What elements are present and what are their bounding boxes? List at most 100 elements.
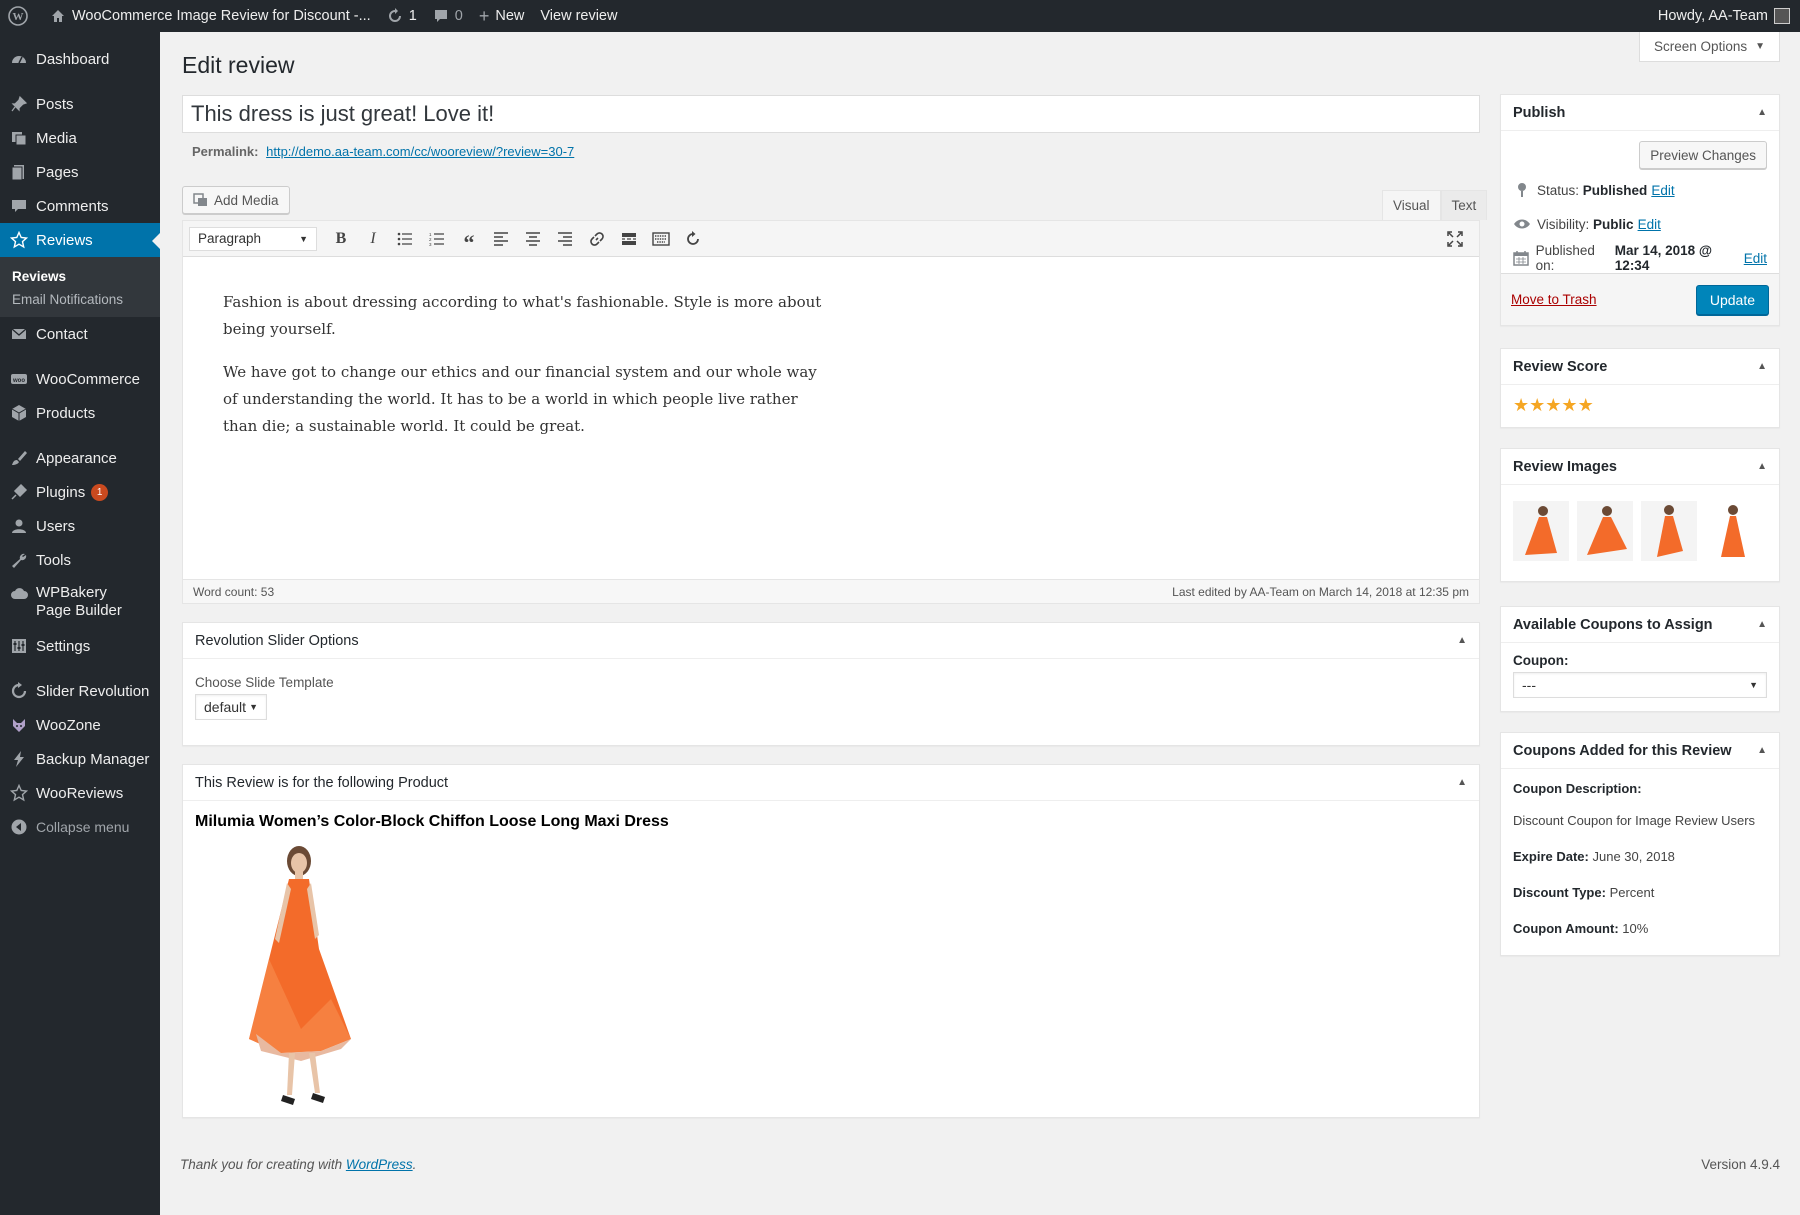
sidebar-item-posts[interactable]: Posts	[0, 87, 160, 121]
collapse-arrow-icon[interactable]: ▲	[1757, 745, 1767, 756]
admin-sidebar: Dashboard Posts Media Pages Comments Rev…	[0, 32, 160, 1215]
coupon-amount-value: 10%	[1622, 921, 1649, 936]
collapse-arrow-icon[interactable]: ▲	[1757, 107, 1767, 118]
box-header[interactable]: This Review is for the following Product…	[183, 765, 1479, 801]
sidebar-item-wooreviews[interactable]: WooReviews	[0, 776, 160, 810]
read-more-icon[interactable]	[613, 225, 645, 253]
editor-body[interactable]: Fashion is about dressing according to w…	[183, 257, 1479, 488]
move-to-trash-link[interactable]: Move to Trash	[1511, 292, 1597, 307]
page-icon	[9, 162, 29, 182]
screen-options-button[interactable]: Screen Options ▼	[1639, 32, 1780, 62]
howdy-text: Howdy, AA-Team	[1657, 8, 1768, 24]
submenu-item-reviews[interactable]: Reviews	[0, 265, 160, 288]
add-media-button[interactable]: Add Media	[182, 186, 290, 214]
update-button[interactable]: Update	[1695, 284, 1769, 315]
collapse-arrow-icon[interactable]: ▲	[1457, 777, 1467, 788]
publish-box: Publish ▲ Preview Changes Status: Publis…	[1500, 94, 1780, 326]
submenu-item-email-notifications[interactable]: Email Notifications	[0, 288, 160, 311]
sidebar-item-media[interactable]: Media	[0, 121, 160, 155]
new-link[interactable]: + New	[471, 0, 533, 32]
sidebar-item-products[interactable]: Products	[0, 396, 160, 430]
sidebar-item-reviews[interactable]: Reviews	[0, 223, 160, 257]
sidebar-item-pages[interactable]: Pages	[0, 155, 160, 189]
preview-changes-button[interactable]: Preview Changes	[1639, 141, 1767, 169]
align-center-icon[interactable]	[517, 225, 549, 253]
box-header[interactable]: Available Coupons to Assign ▲	[1501, 607, 1779, 643]
format-select[interactable]: Paragraph ▼	[189, 226, 317, 251]
review-images-box: Review Images ▲	[1500, 448, 1780, 582]
svg-text:W: W	[13, 11, 24, 23]
sidebar-item-wpbakery[interactable]: WPBakery Page Builder	[0, 577, 160, 629]
sidebar-item-woozone[interactable]: WooZone	[0, 708, 160, 742]
wordpress-link[interactable]: WordPress	[346, 1157, 413, 1172]
review-image-thumbnail[interactable]	[1641, 501, 1697, 561]
collapse-arrow-icon[interactable]: ▲	[1757, 361, 1767, 372]
align-left-icon[interactable]	[485, 225, 517, 253]
updates-link[interactable]: 1	[379, 0, 425, 32]
caret-down-icon: ▼	[249, 702, 258, 712]
refresh-icon[interactable]	[677, 225, 709, 253]
sidebar-label: Posts	[36, 95, 74, 113]
collapse-arrow-icon[interactable]: ▲	[1757, 461, 1767, 472]
permalink: Permalink: http://demo.aa-team.com/cc/wo…	[192, 144, 574, 159]
bullet-list-icon[interactable]	[389, 225, 421, 253]
howdy-link[interactable]: Howdy, AA-Team	[1650, 0, 1800, 32]
box-header[interactable]: Coupons Added for this Review ▲	[1501, 733, 1779, 769]
comments-link[interactable]: 0	[425, 0, 471, 32]
sidebar-item-backup-manager[interactable]: Backup Manager	[0, 742, 160, 776]
bold-icon[interactable]: B	[325, 225, 357, 253]
box-header[interactable]: Revolution Slider Options ▲	[183, 623, 1479, 659]
sidebar-item-contact[interactable]: Contact	[0, 317, 160, 351]
box-icon	[9, 403, 29, 423]
sidebar-item-settings[interactable]: Settings	[0, 629, 160, 663]
collapse-arrow-icon[interactable]: ▲	[1757, 619, 1767, 630]
star-icon: ★	[1529, 395, 1546, 415]
editor-status-bar: Word count: 53 Last edited by AA-Team on…	[183, 579, 1479, 603]
wrench-icon	[9, 550, 29, 570]
sidebar-item-appearance[interactable]: Appearance	[0, 441, 160, 475]
sidebar-item-slider-revolution[interactable]: Slider Revolution	[0, 674, 160, 708]
product-image[interactable]	[211, 839, 381, 1109]
edit-date-link[interactable]: Edit	[1744, 251, 1767, 266]
box-header[interactable]: Review Score ▲	[1501, 349, 1779, 385]
sidebar-item-plugins[interactable]: Plugins 1	[0, 475, 160, 509]
status-value: Published	[1582, 182, 1648, 198]
review-image-thumbnail[interactable]	[1513, 501, 1569, 561]
review-image-thumbnail[interactable]	[1577, 501, 1633, 561]
link-icon[interactable]	[581, 225, 613, 253]
collapse-arrow-icon[interactable]: ▲	[1457, 635, 1467, 646]
sidebar-item-comments[interactable]: Comments	[0, 189, 160, 223]
permalink-url[interactable]: http://demo.aa-team.com/cc/wooreview/?re…	[266, 144, 574, 159]
box-header[interactable]: Publish ▲	[1501, 95, 1779, 131]
numbered-list-icon[interactable]: 123	[421, 225, 453, 253]
available-coupons-box: Available Coupons to Assign ▲ Coupon: --…	[1500, 606, 1780, 712]
keyboard-icon[interactable]	[645, 225, 677, 253]
sidebar-label: WooCommerce	[36, 370, 140, 388]
caret-down-icon: ▼	[299, 233, 308, 244]
discount-type-value: Percent	[1609, 885, 1655, 900]
italic-icon[interactable]: I	[357, 225, 389, 253]
slide-template-select[interactable]: default ▼	[195, 694, 267, 720]
site-title-link[interactable]: WooCommerce Image Review for Discount -.…	[42, 0, 379, 32]
sidebar-item-users[interactable]: Users	[0, 509, 160, 543]
tab-visual[interactable]: Visual	[1382, 190, 1441, 220]
blockquote-icon[interactable]: “	[453, 225, 485, 255]
edit-visibility-link[interactable]: Edit	[1638, 217, 1661, 232]
box-header[interactable]: Review Images ▲	[1501, 449, 1779, 485]
align-right-icon[interactable]	[549, 225, 581, 253]
collapse-icon	[9, 817, 29, 837]
view-review-link[interactable]: View review	[532, 0, 625, 32]
fullscreen-icon[interactable]	[1439, 225, 1471, 253]
wp-logo-icon[interactable]: W	[0, 0, 42, 32]
sidebar-item-tools[interactable]: Tools	[0, 543, 160, 577]
coupon-select[interactable]: --- ▼	[1513, 672, 1767, 698]
edit-status-link[interactable]: Edit	[1651, 183, 1674, 198]
collapse-menu-button[interactable]: Collapse menu	[0, 810, 160, 844]
post-title-input[interactable]: This dress is just great! Love it!	[182, 95, 1480, 133]
sidebar-item-woocommerce[interactable]: woo WooCommerce	[0, 362, 160, 396]
sidebar-item-dashboard[interactable]: Dashboard	[0, 42, 160, 76]
editor-paragraph: Fashion is about dressing according to w…	[223, 293, 822, 338]
review-image-thumbnail[interactable]	[1705, 501, 1761, 561]
tab-text[interactable]: Text	[1440, 190, 1488, 220]
site-title: WooCommerce Image Review for Discount -.…	[72, 8, 371, 24]
